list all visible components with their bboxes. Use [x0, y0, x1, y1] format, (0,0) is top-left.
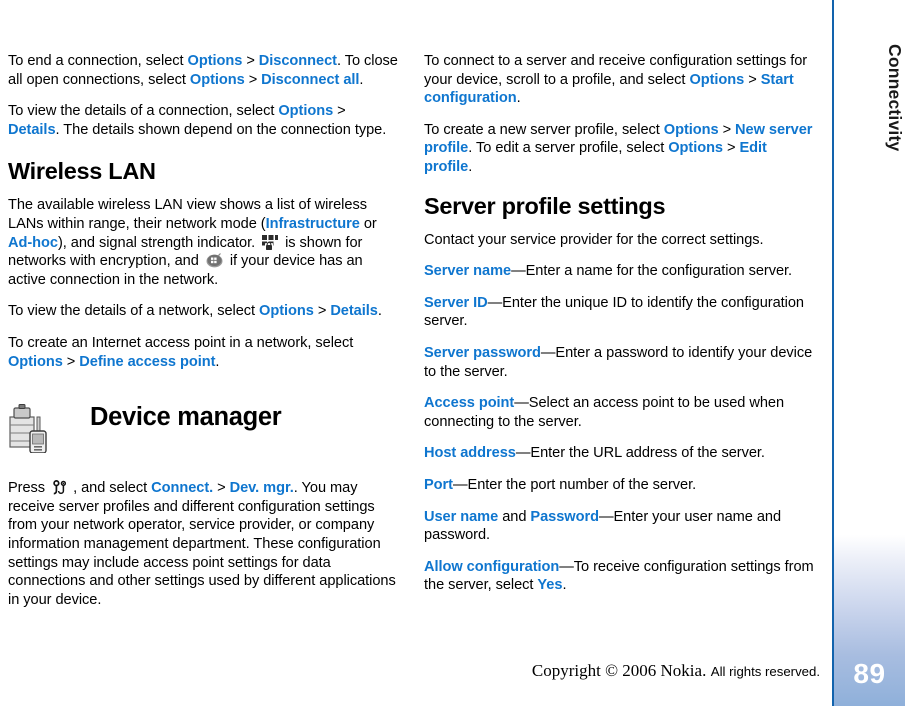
setting-label: Port: [424, 476, 453, 493]
paragraph-create-access-point: To create an Internet access point in a …: [8, 334, 400, 371]
setting-host-address: Host address—Enter the URL address of th…: [424, 444, 816, 463]
setting-label: Server password: [424, 344, 541, 361]
paragraph-view-network-details: To view the details of a network, select…: [8, 302, 400, 321]
text: . The details shown depend on the connec…: [55, 121, 387, 138]
setting-port: Port—Enter the port number of the server…: [424, 476, 816, 495]
mode-reference-infrastructure: Infrastructure: [265, 215, 360, 232]
value-reference-yes: Yes: [537, 577, 563, 594]
setting-label: Server name: [424, 263, 512, 280]
manual-page: To end a connection, select Options > Di…: [0, 0, 905, 706]
heading-wireless-lan: Wireless LAN: [8, 158, 156, 185]
paragraph-view-connection-details: To view the details of a connection, sel…: [8, 102, 400, 139]
paragraph-contact-provider: Contact your service provider for the co…: [424, 231, 816, 250]
menu-reference-options: Options: [668, 140, 723, 157]
text: ), and signal strength indicator.: [57, 234, 260, 251]
text: .: [215, 353, 220, 370]
menu-reference-dev-mgr: Dev. mgr.: [229, 480, 294, 497]
setting-user-name-password: User name and Password—Enter your user n…: [424, 508, 816, 545]
text: —Enter the port number of the server.: [453, 476, 697, 493]
paragraph-wireless-lan-view: The available wireless LAN view shows a …: [8, 196, 400, 289]
text: . You may receive server profiles and di…: [8, 480, 396, 608]
mode-reference-ad-hoc: Ad-hoc: [8, 234, 58, 251]
page-footer: Copyright © 2006 Nokia. All rights reser…: [0, 661, 826, 681]
menu-reference-options: Options: [663, 121, 719, 138]
menu-reference-details: Details: [8, 121, 56, 138]
menu-reference-disconnect-all: Disconnect all: [261, 71, 360, 88]
setting-label: Allow configuration: [424, 558, 560, 575]
menu-reference-options: Options: [689, 71, 745, 88]
menu-reference-options: Options: [189, 71, 245, 88]
separator: >: [244, 71, 262, 88]
menu-reference-options: Options: [259, 303, 314, 320]
text: or: [359, 215, 377, 232]
text: To create an Internet access point in a …: [8, 334, 354, 351]
rights-reserved-notice: All rights reserved.: [710, 664, 820, 679]
device-manager-icon: [8, 403, 52, 454]
setting-allow-configuration: Allow configuration—To receive configura…: [424, 558, 816, 595]
wlan-encrypted-icon: [262, 234, 279, 250]
text: Contact your service provider for the co…: [424, 231, 764, 248]
text: To end a connection, select: [8, 53, 188, 69]
setting-label: Server ID: [424, 294, 488, 311]
text: To create a new server profile, select: [424, 121, 664, 138]
paragraph-device-manager-intro: Press , and select Connect. > Dev. mgr..…: [8, 479, 400, 609]
paragraph-end-connection: To end a connection, select Options > Di…: [8, 52, 400, 89]
setting-label: Host address: [424, 445, 516, 462]
text: .: [377, 303, 382, 320]
left-text-column: To end a connection, select Options > Di…: [8, 52, 400, 609]
menu-reference-options: Options: [278, 103, 334, 120]
setting-label: User name: [424, 508, 499, 525]
separator: >: [333, 103, 346, 120]
text: To view the details of a network, select: [8, 303, 260, 320]
text: .: [468, 158, 473, 175]
menu-reference-disconnect: Disconnect: [258, 53, 337, 69]
right-text-column: To connect to a server and receive confi…: [424, 52, 816, 595]
text: .: [562, 577, 567, 594]
chapter-sidebar: Connectivity 89: [832, 0, 905, 706]
paragraph-create-server-profile: To create a new server profile, select O…: [424, 121, 816, 177]
wlan-active-connection-icon: [206, 253, 223, 268]
chapter-tab-label: Connectivity: [885, 44, 905, 152]
text: .: [359, 71, 364, 88]
separator: >: [62, 353, 80, 370]
setting-server-id: Server ID—Enter the unique ID to identif…: [424, 294, 816, 331]
menu-key-icon: [53, 479, 68, 495]
chapter-device-manager: Device manager: [8, 397, 400, 459]
menu-reference-connect: Connect.: [151, 480, 214, 497]
text: To view the details of a connection, sel…: [8, 103, 279, 120]
separator: >: [723, 140, 740, 157]
copyright-notice: Copyright © 2006 Nokia.: [531, 661, 707, 680]
text: . To edit a server profile, select: [468, 140, 669, 157]
text: —Enter a name for the configuration serv…: [511, 263, 793, 280]
text: —Enter the URL address of the server.: [515, 445, 765, 462]
setting-label: Password: [530, 508, 599, 525]
menu-reference-options: Options: [8, 353, 63, 370]
setting-server-password: Server password—Enter a password to iden…: [424, 344, 816, 381]
setting-server-name: Server name—Enter a name for the configu…: [424, 262, 816, 281]
separator: >: [242, 53, 259, 69]
text: and: [498, 508, 531, 525]
text: .: [516, 90, 521, 107]
separator: >: [744, 71, 761, 88]
heading-server-profile-settings: Server profile settings: [424, 192, 666, 219]
chapter-title: Device manager: [90, 403, 282, 432]
setting-label: Access point: [424, 395, 515, 412]
separator: >: [313, 303, 331, 320]
paragraph-connect-to-server: To connect to a server and receive confi…: [424, 52, 816, 108]
text: , and select: [73, 480, 152, 497]
menu-reference-define-access-point: Define access point: [79, 353, 216, 370]
menu-reference-details: Details: [330, 303, 378, 320]
setting-access-point: Access point—Select an access point to b…: [424, 394, 816, 431]
separator: >: [213, 480, 230, 497]
page-number: 89: [853, 658, 886, 689]
separator: >: [718, 121, 736, 138]
text: Press: [8, 480, 50, 497]
menu-reference-options: Options: [187, 53, 243, 69]
